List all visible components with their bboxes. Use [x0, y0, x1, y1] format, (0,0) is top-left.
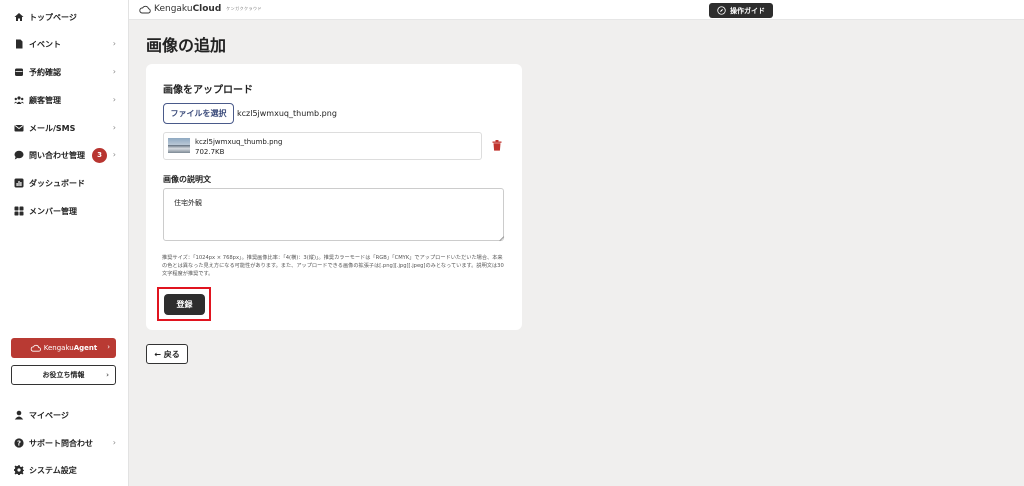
chevron-right-icon: ›: [106, 371, 109, 379]
sidebar-item-label: システム設定: [29, 465, 77, 475]
guide-label: 操作ガイド: [730, 6, 765, 15]
uploaded-file-row: kczl5jwmxuq_thumb.png 702.7KB: [163, 132, 482, 160]
chat-icon: [14, 150, 24, 160]
trash-icon[interactable]: [492, 140, 502, 151]
sidebar: トップページ イベント › 予約確認 › 顧客管理 › メール/SMS › 問い…: [0, 0, 129, 486]
sidebar-item-label: 顧客管理: [29, 95, 61, 105]
register-button[interactable]: 登録: [164, 294, 205, 315]
sidebar-item-label: イベント: [29, 39, 61, 49]
description-textarea[interactable]: 住宅外観: [163, 188, 504, 241]
chevron-right-icon: ›: [112, 438, 116, 447]
help-icon: ?: [14, 438, 24, 448]
logo-prefix: Kengaku: [154, 4, 193, 14]
compass-icon: [717, 6, 726, 15]
cloud-logo-icon: [139, 5, 151, 13]
chevron-right-icon: ›: [112, 67, 116, 76]
sidebar-item-mail-sms[interactable]: メール/SMS ›: [0, 118, 129, 138]
page-title: 画像の追加: [146, 36, 227, 55]
sidebar-item-label: 予約確認: [29, 67, 61, 77]
chevron-right-icon: ›: [112, 95, 116, 104]
mail-icon: [14, 123, 24, 133]
sidebar-item-label: 問い合わせ管理: [29, 150, 85, 160]
agent-button-bold: Agent: [73, 344, 98, 352]
image-upload-card: 画像をアップロード ファイルを選択 kczl5jwmxuq_thumb.png …: [146, 64, 522, 330]
kengaku-cloud-logo[interactable]: Kengaku Cloud ケンガククラウド: [139, 4, 262, 14]
agent-button-prefix: Kengaku: [43, 344, 74, 352]
sidebar-item-label: サポート問合わせ: [29, 438, 93, 448]
chevron-right-icon: ›: [107, 343, 110, 351]
sidebar-item-members[interactable]: メンバー管理: [0, 201, 129, 221]
sidebar-item-dashboard[interactable]: ダッシュボード: [0, 173, 129, 193]
sidebar-item-label: マイページ: [29, 410, 69, 420]
cloud-icon: [30, 344, 41, 352]
logo-subtitle: ケンガククラウド: [226, 6, 263, 11]
description-section-title: 画像の説明文: [163, 175, 211, 184]
chevron-right-icon: ›: [112, 39, 116, 48]
sidebar-item-system-settings[interactable]: システム設定: [0, 460, 129, 480]
calendar-icon: [14, 67, 24, 77]
top-header: Kengaku Cloud ケンガククラウド 操作ガイド: [129, 0, 1024, 20]
sidebar-item-label: メール/SMS: [29, 123, 76, 133]
sidebar-item-events[interactable]: イベント ›: [0, 34, 129, 54]
uploaded-file-name: kczl5jwmxuq_thumb.png: [195, 138, 283, 146]
sidebar-item-support[interactable]: ? サポート問合わせ ›: [0, 433, 129, 453]
submit-highlight: 登録: [157, 287, 211, 321]
svg-text:?: ?: [17, 440, 21, 448]
sidebar-item-mypage[interactable]: マイページ: [0, 405, 129, 425]
operation-guide-button[interactable]: 操作ガイド: [709, 3, 773, 18]
sidebar-item-label: ダッシュボード: [29, 178, 85, 188]
selected-file-name: kczl5jwmxuq_thumb.png: [237, 109, 337, 118]
sidebar-item-label: トップページ: [29, 12, 77, 22]
choose-file-button[interactable]: ファイルを選択: [163, 103, 234, 124]
notification-badge: 3: [92, 147, 107, 163]
sidebar-item-label: メンバー管理: [29, 206, 77, 216]
upload-guidelines-note: 推奨サイズ：「1024px × 768px」。推奨画像比率：「4(横)：3(縦)…: [162, 255, 504, 277]
sidebar-item-top[interactable]: トップページ: [0, 7, 129, 27]
kengaku-agent-button[interactable]: Kengaku Agent ›: [11, 338, 116, 358]
people-icon: [14, 95, 24, 105]
chevron-right-icon: ›: [112, 123, 116, 132]
grid-icon: [14, 206, 24, 216]
useful-info-button[interactable]: お役立ち情報 ›: [11, 365, 116, 385]
sidebar-item-customers[interactable]: 顧客管理 ›: [0, 90, 129, 110]
user-icon: [14, 410, 24, 420]
home-icon: [14, 12, 24, 22]
upload-section-title: 画像をアップロード: [163, 85, 253, 96]
document-icon: [14, 39, 24, 49]
sidebar-item-inquiries[interactable]: 問い合わせ管理 3 ›: [0, 145, 129, 165]
chart-icon: [14, 178, 24, 188]
gear-icon: [14, 465, 24, 475]
image-thumbnail: [168, 138, 190, 153]
uploaded-file-size: 702.7KB: [195, 148, 225, 156]
useful-info-label: お役立ち情報: [42, 371, 85, 379]
logo-bold: Cloud: [192, 4, 222, 14]
sidebar-item-reservations[interactable]: 予約確認 ›: [0, 62, 129, 82]
chevron-right-icon: ›: [112, 150, 116, 159]
back-button[interactable]: ← 戻る: [146, 344, 188, 364]
